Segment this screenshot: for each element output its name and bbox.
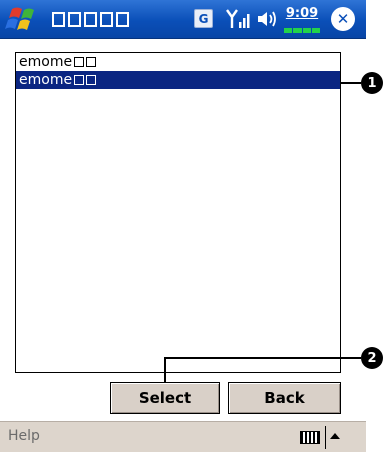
close-glyph: ✕ [336,9,350,28]
close-icon[interactable]: ✕ [331,7,355,31]
divider [325,426,326,449]
volume-icon[interactable] [256,9,278,29]
select-button[interactable]: Select [110,382,220,414]
callout-marker-2: 2 [361,347,383,369]
list-item-label: emome [19,72,73,88]
list-item-label: emome [19,54,73,70]
callout-line-2-vertical [164,357,166,384]
callout-line-2-horizontal [164,357,361,359]
keyboard-icon[interactable] [300,431,320,444]
battery-indicator [284,28,320,33]
list-item[interactable]: emome [16,53,340,71]
app-title [52,9,129,29]
network-list[interactable]: emome emome [15,52,341,373]
list-item-selected[interactable]: emome [16,71,340,89]
arrow-up-icon[interactable] [330,433,340,439]
signal-icon[interactable] [225,7,251,31]
callout-marker-1: 1 [361,72,383,94]
command-bar: Help [0,421,366,452]
back-button[interactable]: Back [228,382,341,414]
g-icon[interactable]: G [194,9,213,28]
callout-line-1 [341,82,361,84]
help-menu[interactable]: Help [8,428,40,444]
taskbar: G 9:09 ✕ [0,0,366,39]
clock[interactable]: 9:09 [281,6,323,21]
start-flag-icon[interactable] [4,4,42,35]
